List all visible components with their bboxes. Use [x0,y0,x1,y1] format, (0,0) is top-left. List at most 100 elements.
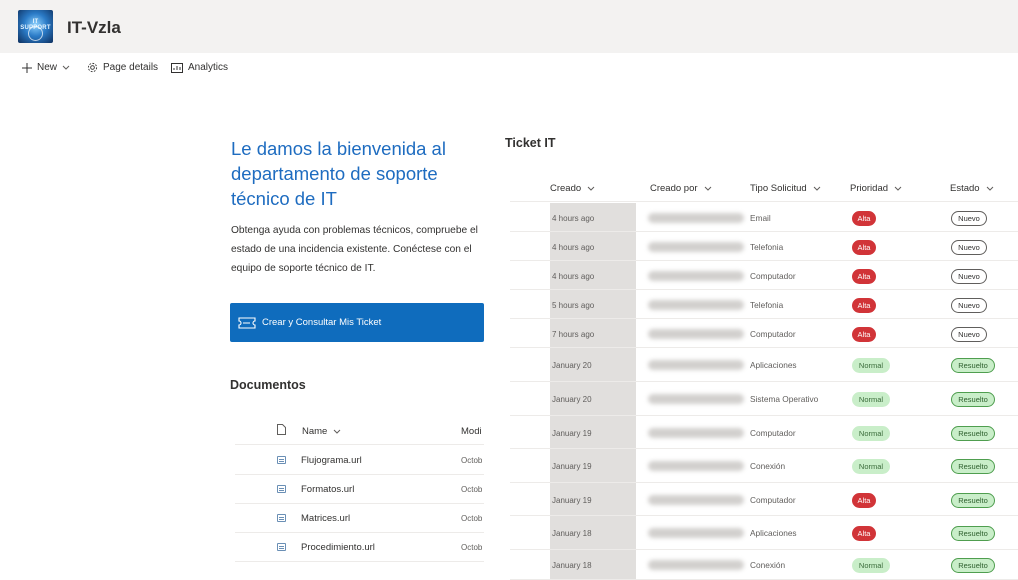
priority-badge: Normal [852,426,890,441]
document-name[interactable]: Flujograma.url [301,455,362,466]
document-row[interactable]: Formatos.url Octob [235,475,484,504]
document-name[interactable]: Procedimiento.url [301,542,375,553]
column-creado-por[interactable]: Creado por [650,183,712,194]
creado-value: 7 hours ago [552,330,595,339]
page-details-button[interactable]: Page details [87,62,158,73]
column-tipo-label: Tipo Solicitud [750,183,807,194]
create-ticket-button[interactable]: Crear y Consultar Mis Ticket [230,303,484,342]
creado-cell: January 18 [550,516,636,549]
creado-por-redacted [648,360,744,370]
creado-cell: 7 hours ago [550,319,636,347]
gear-icon [87,62,98,73]
ticket-list-header: Creado Creado por Tipo Solicitud Priorid… [510,174,1018,202]
creado-value: 5 hours ago [552,301,595,310]
documents-header: Name Modi [235,418,484,445]
creado-cell: January 20 [550,348,636,381]
ticket-row[interactable]: January 20 Sistema Operativo Normal Resuelt… [510,382,1018,416]
create-ticket-label: Crear y Consultar Mis Ticket [262,317,382,328]
tipo-solicitud-value: Conexión [750,461,786,471]
creado-por-redacted [648,271,744,281]
site-logo[interactable]: IT SUPPORT [18,10,53,43]
chevron-down-icon [986,186,993,191]
creado-por-redacted [648,528,744,538]
priority-badge: Alta [852,327,876,342]
document-name[interactable]: Formatos.url [301,484,354,495]
column-tipo-solicitud[interactable]: Tipo Solicitud [750,183,821,194]
priority-badge: Alta [852,526,876,541]
site-title[interactable]: IT-Vzla [67,18,121,38]
creado-value: January 18 [552,561,592,570]
welcome-body: Obtenga ayuda con problemas técnicos, co… [231,225,478,274]
link-file-icon [277,485,286,493]
creado-por-redacted [648,394,744,404]
document-row[interactable]: Matrices.url Octob [235,504,484,533]
tipo-solicitud-value: Aplicaciones [750,360,797,370]
ticket-row[interactable]: 7 hours ago Computador Alta Nuevo [510,319,1018,348]
column-estado[interactable]: Estado [950,183,994,194]
creado-por-redacted [648,461,744,471]
status-badge: Nuevo [951,211,987,226]
creado-por-redacted [648,300,744,310]
priority-badge: Alta [852,240,876,255]
tipo-solicitud-value: Telefonia [750,242,784,252]
modified-column-header[interactable]: Modi [461,426,482,437]
name-column-label: Name [302,426,328,437]
ticket-row[interactable]: 4 hours ago Computador Alta Nuevo [510,261,1018,290]
name-column-header[interactable]: Name [302,426,341,437]
tipo-solicitud-value: Telefonia [750,300,784,310]
creado-por-redacted [648,560,744,570]
tipo-solicitud-value: Computador [750,271,796,281]
status-badge: Nuevo [951,269,987,284]
status-badge: Resuelto [951,459,995,474]
ticket-row[interactable]: January 19 Computador Normal Resuelto [510,416,1018,449]
site-header: IT SUPPORT IT-Vzla [0,0,1018,53]
creado-cell: 4 hours ago [550,203,636,231]
document-row[interactable]: Flujograma.url Octob [235,446,484,475]
ticket-row[interactable]: January 20 Aplicaciones Normal Resuelto [510,348,1018,382]
new-button[interactable]: New [22,62,70,73]
column-estado-label: Estado [950,183,980,194]
file-type-icon[interactable] [277,424,286,435]
column-creado-por-label: Creado por [650,183,698,194]
status-badge: Nuevo [951,298,987,313]
ticket-row[interactable]: January 19 Conexión Normal Resuelto [510,449,1018,483]
tipo-solicitud-value: Email [750,213,771,223]
ticket-row[interactable]: 4 hours ago Telefonia Alta Nuevo [510,232,1018,261]
creado-value: January 18 [552,529,592,538]
status-badge: Resuelto [951,358,995,373]
ticket-row[interactable]: January 19 Computador Alta Resuelto [510,483,1018,516]
documents-title: Documentos [230,378,306,392]
tipo-solicitud-value: Conexión [750,560,786,570]
ticket-row[interactable]: January 18 Aplicaciones Alta Resuelto [510,516,1018,550]
priority-badge: Normal [852,358,890,373]
creado-cell: January 19 [550,416,636,448]
chevron-down-icon [62,65,70,70]
status-badge: Nuevo [951,327,987,342]
creado-value: 4 hours ago [552,243,595,252]
ticket-row[interactable]: 4 hours ago Email Alta Nuevo [510,203,1018,232]
creado-value: 4 hours ago [552,214,595,223]
column-prioridad[interactable]: Prioridad [850,183,902,194]
priority-badge: Normal [852,392,890,407]
document-name[interactable]: Matrices.url [301,513,350,524]
ticket-row[interactable]: January 18 Conexión Normal Resuelto [510,550,1018,580]
status-badge: Resuelto [951,392,995,407]
analytics-button[interactable]: Analytics [171,62,228,73]
analytics-label: Analytics [188,62,229,73]
page-details-label: Page details [103,62,159,73]
link-file-icon [277,543,286,551]
creado-value: January 19 [552,429,592,438]
chevron-down-icon [894,186,902,191]
status-badge: Resuelto [951,426,995,441]
column-creado[interactable]: Creado [550,183,595,194]
document-modified: Octob [461,485,483,494]
chevron-down-icon [333,429,341,434]
tipo-solicitud-value: Computador [750,329,796,339]
creado-cell: January 19 [550,449,636,482]
status-badge: Resuelto [951,558,995,573]
creado-cell: January 18 [550,550,636,579]
document-row[interactable]: Procedimiento.url Octob [235,533,484,562]
status-badge: Nuevo [951,240,987,255]
ticket-row[interactable]: 5 hours ago Telefonia Alta Nuevo [510,290,1018,319]
document-modified: Octob [461,514,483,523]
